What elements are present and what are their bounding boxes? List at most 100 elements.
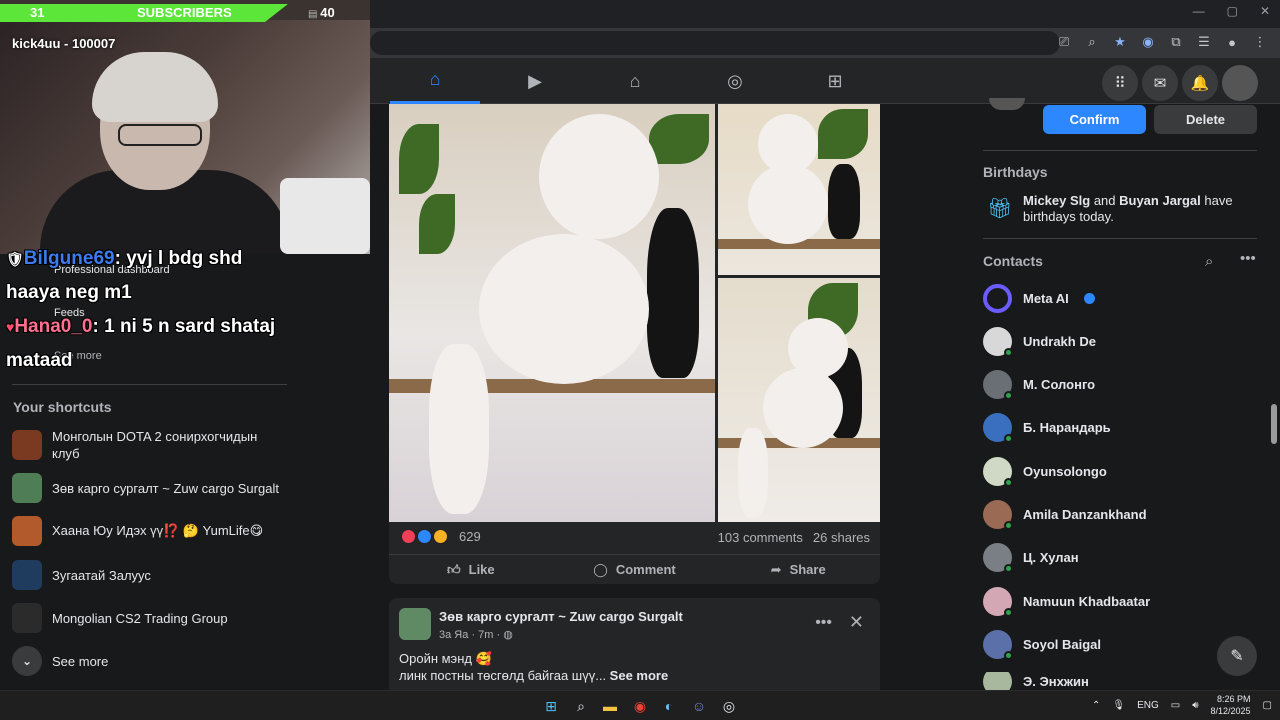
- post-author[interactable]: Зөв карго сургалт ~ Zuw cargo Surgalt: [439, 609, 683, 624]
- minimize-icon[interactable]: —: [1193, 4, 1205, 18]
- cat-body: [479, 234, 649, 384]
- search-icon[interactable]: ⌕: [1205, 253, 1213, 270]
- shortcut-item[interactable]: Хаана Юу Идэх үү⁉️ 🤔 YumLife😋: [12, 516, 263, 546]
- confirm-button[interactable]: Confirm: [1043, 105, 1146, 134]
- compose-icon: ✎: [1230, 648, 1244, 665]
- like-reaction-icon: [417, 529, 432, 544]
- comment-label: Comment: [615, 562, 676, 577]
- contact-item[interactable]: Oyunsolongo: [983, 457, 1107, 487]
- contact-item[interactable]: Meta AI: [983, 284, 1095, 313]
- chrome-icon[interactable]: ◉: [630, 696, 650, 716]
- shortcut-item[interactable]: Зөв карго сургалт ~ Zuw cargo Surgalt: [12, 473, 279, 503]
- share-button[interactable]: ➦ Share: [716, 555, 880, 584]
- badge-icon: 🛡: [6, 251, 24, 267]
- page-scrollbar[interactable]: [1271, 404, 1277, 444]
- post-body: Оройн мэнд 🥰 линк постны төсгөлд байгаа …: [399, 650, 668, 684]
- contact-item[interactable]: Б. Нарандарь: [983, 413, 1111, 443]
- contact-name: Э. Энхжин: [1023, 673, 1089, 689]
- clock[interactable]: 8:26 PM 8/12/2025: [1211, 693, 1251, 717]
- avatar: [983, 543, 1013, 573]
- contact-item[interactable]: М. Солонго: [983, 370, 1095, 400]
- see-more-button[interactable]: ⌄ See more: [12, 646, 108, 676]
- online-indicator: [1004, 348, 1013, 357]
- chevron-up-icon[interactable]: ⌃: [1092, 700, 1100, 711]
- menu-grid-button[interactable]: ⠿: [1102, 65, 1138, 101]
- birthday-text[interactable]: Mickey Slg and Buyan Jargal have birthda…: [1023, 193, 1253, 225]
- account-avatar[interactable]: [1222, 65, 1258, 101]
- tab-home[interactable]: ⌂: [390, 58, 480, 104]
- grid-icon: ⠿: [1114, 75, 1126, 92]
- tab-video[interactable]: ▶: [490, 58, 580, 104]
- like-label: Like: [468, 562, 495, 577]
- contact-item[interactable]: Ц. Хулан: [983, 543, 1079, 573]
- chrome-menu-icon[interactable]: ⋮: [1252, 34, 1268, 50]
- meta-ai-icon: [983, 284, 1012, 313]
- tab-groups[interactable]: ◎: [690, 58, 780, 104]
- volume-icon[interactable]: 🔊︎: [1192, 700, 1198, 711]
- reading-list-icon[interactable]: ☰: [1196, 34, 1212, 50]
- display-icon[interactable]: ▭: [1171, 700, 1180, 711]
- contact-item[interactable]: Namuun Khadbaatar: [983, 587, 1150, 617]
- contact-item[interactable]: Undrakh De: [983, 327, 1096, 357]
- shortcut-item[interactable]: Зугаатай Залуус: [12, 560, 151, 590]
- post-meta: 3а Яа · 7m · ◍: [439, 628, 513, 641]
- group-avatar[interactable]: [399, 608, 431, 640]
- shortcut-item[interactable]: Монголын DOTA 2 сонирхогчидын клуб: [12, 428, 282, 462]
- discord-icon[interactable]: ☺: [689, 696, 709, 716]
- subscriber-goal: ▤ 40: [308, 5, 335, 20]
- clock-date: 8/12/2025: [1210, 706, 1251, 716]
- subscriber-goal-value: 40: [320, 5, 335, 20]
- notifications-button[interactable]: 🔔: [1182, 65, 1218, 101]
- new-message-button[interactable]: ✎: [1217, 636, 1257, 676]
- comments-count[interactable]: 103 comments: [718, 530, 803, 545]
- contact-item[interactable]: Soyol Baigal: [983, 630, 1101, 660]
- post-line: линк постны төсгөлд байгаа шүү... See mo…: [399, 667, 668, 684]
- cast-icon[interactable]: ⎚: [1056, 34, 1072, 50]
- bookmark-star-icon[interactable]: ★: [1112, 34, 1128, 50]
- comment-button[interactable]: ◯ Comment: [553, 555, 717, 584]
- list-icon: ▤: [308, 9, 321, 20]
- shortcut-thumbnail: [12, 603, 42, 633]
- post-image-main[interactable]: [389, 104, 715, 522]
- zoom-icon[interactable]: ⌕: [1084, 34, 1100, 50]
- reaction-summary[interactable]: 629: [401, 529, 481, 544]
- extension-badge-icon[interactable]: ◉: [1140, 34, 1156, 50]
- friend-request-avatar[interactable]: [989, 98, 1025, 110]
- post-meta-text: 3а Яа · 7m ·: [439, 629, 504, 641]
- like-button[interactable]: 👍︎ Like: [389, 555, 553, 584]
- microphone-icon[interactable]: 🎙︎: [1112, 700, 1125, 711]
- delete-button[interactable]: Delete: [1154, 105, 1257, 134]
- steam-icon[interactable]: ◐: [659, 696, 679, 716]
- close-icon[interactable]: ✕: [849, 612, 864, 633]
- address-bar[interactable]: [370, 31, 1060, 55]
- right-sidebar: Confirm Delete Birthdays 🎁︎ Mickey Slg a…: [983, 98, 1258, 694]
- more-options-icon[interactable]: •••: [815, 614, 832, 632]
- profile-icon[interactable]: ●: [1224, 35, 1240, 50]
- maximize-icon[interactable]: ▢: [1227, 4, 1238, 18]
- file-explorer-icon[interactable]: ▬: [600, 696, 620, 716]
- language-indicator[interactable]: ENG: [1137, 700, 1159, 711]
- search-icon[interactable]: ⌕: [571, 696, 591, 716]
- shortcut-item[interactable]: Mongolian CS2 Trading Group: [12, 603, 228, 633]
- cat-body: [748, 164, 828, 244]
- contact-item[interactable]: Э. Энхжин: [983, 672, 1089, 690]
- extensions-icon[interactable]: ⧉: [1168, 34, 1184, 50]
- contact-item[interactable]: Amila Danzankhand: [983, 500, 1147, 530]
- cat-head: [539, 114, 659, 239]
- stream-webcam-overlay: 31 SUBSCRIBERS ▤ 40 kick4uu - 100007: [0, 0, 370, 254]
- see-more-link[interactable]: See more: [610, 668, 669, 683]
- shares-count[interactable]: 26 shares: [813, 530, 870, 545]
- messenger-button[interactable]: ✉: [1142, 65, 1178, 101]
- notifications-icon[interactable]: ▢: [1263, 700, 1272, 711]
- thumbs-up-icon: 👍︎: [447, 561, 461, 577]
- start-icon[interactable]: ⊞: [541, 696, 561, 716]
- leaf: [649, 114, 709, 164]
- post-image-bottom-right[interactable]: [718, 278, 880, 522]
- post-image-top-right[interactable]: [718, 104, 880, 275]
- close-window-icon[interactable]: ✕: [1260, 4, 1270, 18]
- tab-gaming[interactable]: ⊞: [790, 58, 880, 104]
- feed-post: 629 103 comments 26 shares 👍︎ Like ◯ Comme…: [389, 104, 880, 584]
- more-options-icon[interactable]: •••: [1240, 250, 1256, 267]
- tab-marketplace[interactable]: ⌂: [590, 58, 680, 104]
- obs-icon[interactable]: ◎: [719, 696, 739, 716]
